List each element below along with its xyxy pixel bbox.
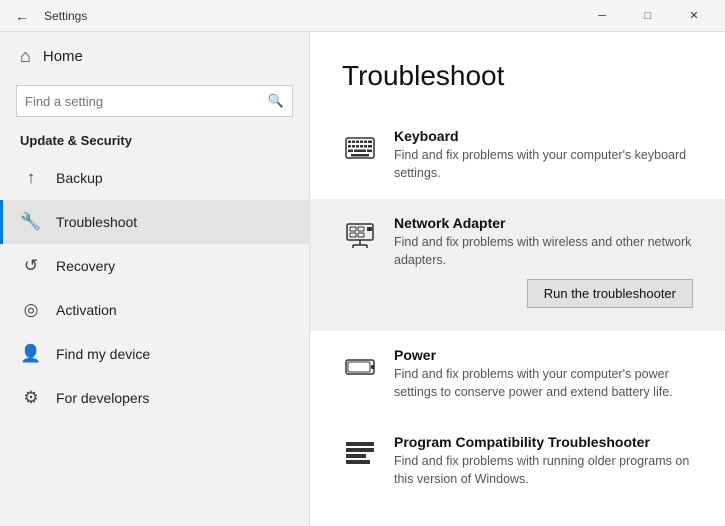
home-icon: ⌂ (20, 46, 31, 67)
backup-icon: ↑ (20, 168, 42, 188)
minimize-button[interactable]: ─ (579, 0, 625, 32)
troubleshoot-icon: 🔧 (20, 212, 42, 232)
run-troubleshooter-button[interactable]: Run the troubleshooter (527, 279, 693, 308)
home-label: Home (43, 48, 83, 65)
titlebar: ← Settings ─ □ ✕ (0, 0, 725, 32)
right-panel: Troubleshoot (310, 32, 725, 526)
main-area: ⌂ Home 🔍 Update & Security ↑ Backup 🔧 Tr… (0, 32, 725, 526)
activation-icon: ◎ (20, 300, 42, 320)
sidebar: ⌂ Home 🔍 Update & Security ↑ Backup 🔧 Tr… (0, 32, 310, 526)
keyboard-content: Keyboard Find and fix problems with your… (394, 128, 693, 182)
sidebar-item-find-my-device-label: Find my device (56, 346, 150, 362)
keyboard-icon (342, 130, 378, 166)
page-title: Troubleshoot (342, 60, 693, 92)
power-desc: Find and fix problems with your computer… (394, 366, 693, 401)
keyboard-title: Keyboard (394, 128, 693, 144)
sidebar-item-troubleshoot-label: Troubleshoot (56, 214, 137, 230)
sidebar-item-troubleshoot[interactable]: 🔧 Troubleshoot (0, 200, 309, 244)
recovery-icon: ↺ (20, 256, 42, 276)
find-my-device-icon: 👤 (20, 344, 42, 364)
power-content: Power Find and fix problems with your co… (394, 347, 693, 401)
troubleshoot-power: Power Find and fix problems with your co… (342, 331, 693, 418)
close-button[interactable]: ✕ (671, 0, 717, 32)
network-adapter-content: Network Adapter Find and fix problems wi… (394, 215, 693, 314)
sidebar-item-activation-label: Activation (56, 302, 117, 318)
program-compatibility-desc: Find and fix problems with running older… (394, 453, 693, 488)
network-adapter-title: Network Adapter (394, 215, 693, 231)
run-btn-row: Run the troubleshooter (394, 269, 693, 314)
sidebar-item-home[interactable]: ⌂ Home (0, 32, 309, 81)
program-compatibility-content: Program Compatibility Troubleshooter Fin… (394, 434, 693, 488)
network-adapter-icon (342, 217, 378, 253)
sidebar-item-for-developers[interactable]: ⚙ For developers (0, 376, 309, 420)
troubleshoot-network-adapter: Network Adapter Find and fix problems wi… (310, 199, 725, 331)
window-controls: ─ □ ✕ (579, 0, 717, 32)
sidebar-item-recovery-label: Recovery (56, 258, 115, 274)
sidebar-item-find-my-device[interactable]: 👤 Find my device (0, 332, 309, 376)
maximize-button[interactable]: □ (625, 0, 671, 32)
power-title: Power (394, 347, 693, 363)
sidebar-item-activation[interactable]: ◎ Activation (0, 288, 309, 332)
search-icon: 🔍 (268, 93, 284, 109)
sidebar-item-recovery[interactable]: ↺ Recovery (0, 244, 309, 288)
back-button[interactable]: ← (8, 2, 36, 30)
troubleshoot-program-compatibility: Program Compatibility Troubleshooter Fin… (342, 418, 693, 505)
troubleshoot-keyboard: Keyboard Find and fix problems with your… (342, 112, 693, 199)
sidebar-section-title: Update & Security (0, 129, 309, 156)
program-compatibility-title: Program Compatibility Troubleshooter (394, 434, 693, 450)
search-input[interactable] (25, 94, 268, 109)
titlebar-title: Settings (44, 9, 87, 23)
keyboard-desc: Find and fix problems with your computer… (394, 147, 693, 182)
search-box[interactable]: 🔍 (16, 85, 293, 117)
for-developers-icon: ⚙ (20, 388, 42, 408)
power-icon (342, 349, 378, 385)
sidebar-item-backup-label: Backup (56, 170, 103, 186)
network-adapter-desc: Find and fix problems with wireless and … (394, 234, 693, 269)
sidebar-item-backup[interactable]: ↑ Backup (0, 156, 309, 200)
program-compatibility-icon (342, 436, 378, 472)
sidebar-item-for-developers-label: For developers (56, 390, 149, 406)
